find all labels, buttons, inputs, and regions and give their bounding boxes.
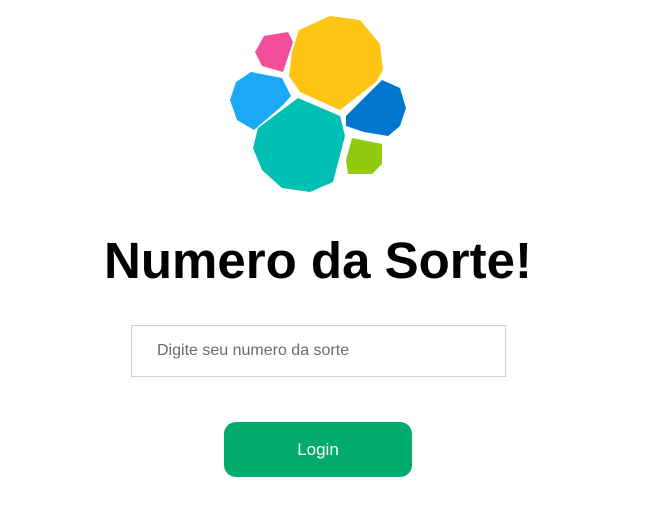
lucky-number-field-wrapper	[131, 325, 506, 377]
logo-green-blob	[346, 138, 382, 174]
lucky-number-input[interactable]	[131, 325, 506, 377]
logo-pink-blob	[255, 32, 293, 72]
elastic-logo-icon	[230, 16, 406, 192]
page-title: Numero da Sorte!	[104, 232, 532, 289]
login-button[interactable]: Login	[224, 422, 412, 477]
